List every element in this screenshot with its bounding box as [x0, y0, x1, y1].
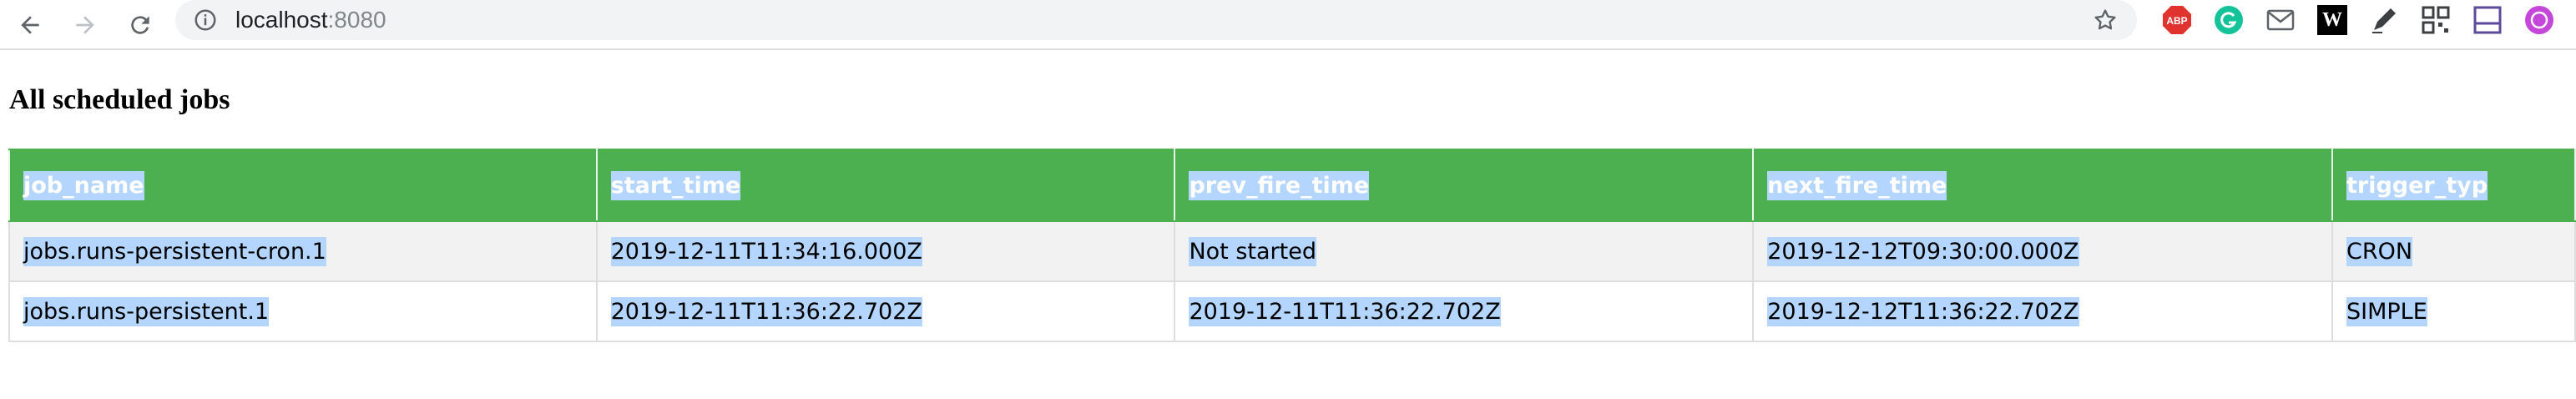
profile-icon[interactable] [2524, 5, 2554, 35]
wikiwand-label: W [2322, 8, 2342, 31]
back-arrow-icon [21, 16, 39, 34]
wikiwand-icon[interactable]: W [2317, 5, 2347, 35]
browser-toolbar: localhost:8080 ABP W [0, 0, 2576, 50]
url-host: localhost [235, 7, 328, 33]
table-header-row: job_name start_time prev_fire_time next_… [8, 149, 2576, 222]
grammarly-icon[interactable] [2214, 5, 2244, 35]
url-text[interactable]: localhost:8080 [235, 3, 386, 37]
back-button[interactable] [10, 5, 50, 45]
qr-icon[interactable] [2421, 5, 2451, 35]
mail-icon[interactable] [2265, 5, 2296, 35]
table-row: jobs.runs-persistent.1 2019-12-11T11:36:… [8, 280, 2576, 342]
cell-trigger-type: SIMPLE [2331, 280, 2576, 342]
header-job-name: job_name [8, 149, 598, 222]
reload-icon [131, 16, 149, 34]
url-port: :8080 [327, 7, 386, 33]
header-label: trigger_typ [2346, 170, 2488, 200]
cell-text: Not started [1189, 236, 1316, 266]
adblock-icon[interactable]: ABP [2162, 5, 2192, 35]
cell-start-time: 2019-12-11T11:36:22.702Z [595, 280, 1176, 342]
header-start-time: start_time [595, 149, 1176, 222]
site-info-icon[interactable] [192, 7, 219, 33]
header-label: next_fire_time [1767, 170, 1947, 200]
address-bar[interactable]: localhost:8080 [175, 0, 2137, 40]
cell-prev-fire-time: 2019-12-11T11:36:22.702Z [1174, 280, 1755, 342]
forward-arrow-icon [76, 16, 94, 34]
cell-text: 2019-12-12T09:30:00.000Z [1767, 236, 2079, 266]
adblock-label: ABP [2166, 15, 2187, 27]
reload-button[interactable] [120, 5, 160, 45]
cell-job-name: jobs.runs-persistent.1 [8, 280, 598, 342]
cell-text: 2019-12-11T11:34:16.000Z [610, 236, 922, 266]
cell-text: SIMPLE [2346, 296, 2427, 326]
cell-text: CRON [2346, 236, 2413, 266]
cell-next-fire-time: 2019-12-12T09:30:00.000Z [1752, 220, 2333, 282]
forward-button[interactable] [65, 5, 105, 45]
cell-text: 2019-12-11T11:36:22.702Z [1189, 296, 1501, 326]
header-next-fire-time: next_fire_time [1752, 149, 2333, 222]
cell-text: 2019-12-12T11:36:22.702Z [1767, 296, 2079, 326]
cell-prev-fire-time: Not started [1174, 220, 1755, 282]
table-row: jobs.runs-persistent-cron.1 2019-12-11T1… [8, 220, 2576, 282]
header-label: prev_fire_time [1189, 170, 1370, 200]
notes-icon[interactable] [2472, 5, 2503, 35]
cell-start-time: 2019-12-11T11:34:16.000Z [595, 220, 1176, 282]
header-label: job_name [23, 170, 144, 200]
header-prev-fire-time: prev_fire_time [1174, 149, 1755, 222]
page-title: All scheduled jobs [9, 84, 230, 115]
cell-job-name: jobs.runs-persistent-cron.1 [8, 220, 598, 282]
cell-next-fire-time: 2019-12-12T11:36:22.702Z [1752, 280, 2333, 342]
pen-icon[interactable] [2369, 5, 2399, 35]
cell-trigger-type: CRON [2331, 220, 2576, 282]
bookmark-star-icon[interactable] [2092, 7, 2119, 33]
header-trigger-type: trigger_typ [2331, 149, 2576, 222]
jobs-table: job_name start_time prev_fire_time next_… [8, 149, 2576, 342]
cell-text: jobs.runs-persistent.1 [23, 296, 270, 326]
cell-text: jobs.runs-persistent-cron.1 [23, 236, 326, 266]
cell-text: 2019-12-11T11:36:22.702Z [610, 296, 922, 326]
header-label: start_time [610, 170, 741, 200]
